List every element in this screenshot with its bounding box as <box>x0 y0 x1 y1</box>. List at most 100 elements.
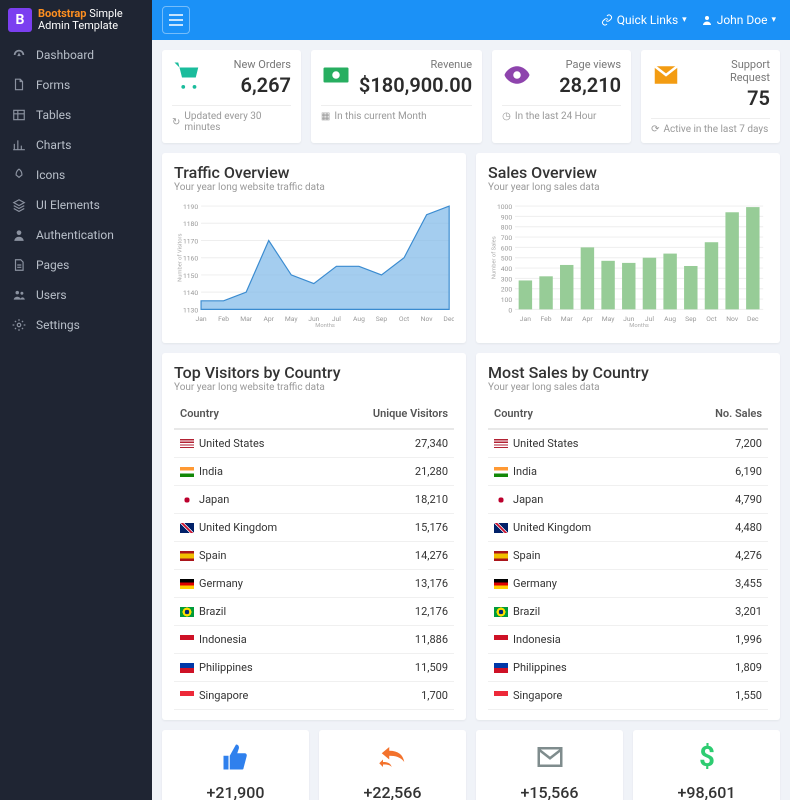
flag-id-icon <box>180 635 194 645</box>
link-icon <box>601 14 613 26</box>
row-value: 1,550 <box>670 682 768 710</box>
reply-icon <box>327 742 458 779</box>
svg-text:Jun: Jun <box>308 315 319 323</box>
sidebar-item-forms[interactable]: Forms <box>0 70 152 100</box>
row-value: 11,509 <box>330 654 454 682</box>
table-row: India 6,190 <box>488 458 768 486</box>
money-icon <box>321 60 351 97</box>
main-content: New Orders 6,267 ↻Updated every 30 minut… <box>152 40 790 800</box>
sidebar-item-tables[interactable]: Tables <box>0 100 152 130</box>
sidebar-item-label: Dashboard <box>36 48 94 62</box>
svg-text:1190: 1190 <box>183 203 198 211</box>
flag-jp-icon <box>494 495 508 505</box>
card-title: Sales Overview <box>488 163 768 182</box>
country-name: United Kingdom <box>199 521 277 534</box>
sidebar-item-authentication[interactable]: Authentication <box>0 220 152 250</box>
svg-text:Oct: Oct <box>399 315 409 323</box>
svg-text:Feb: Feb <box>541 315 552 323</box>
svg-text:Dec: Dec <box>443 315 454 323</box>
quick-links-menu[interactable]: Quick Links▾ <box>601 13 687 27</box>
sidebar-item-users[interactable]: Users <box>0 280 152 310</box>
stat-card-new-orders: New Orders 6,267 ↻Updated every 30 minut… <box>162 50 301 143</box>
row-value: 3,455 <box>670 570 768 598</box>
stat-footer: ⟳Active in the last 7 days <box>651 118 770 135</box>
traffic-overview-card: Traffic Overview Your year long website … <box>162 153 466 343</box>
card-title: Top Visitors by Country <box>174 363 454 382</box>
social-value: +22,566 <box>327 783 458 800</box>
table-row: Philippines 11,509 <box>174 654 454 682</box>
row-value: 11,886 <box>330 626 454 654</box>
sidebar-item-dashboard[interactable]: Dashboard <box>0 40 152 70</box>
flag-sg-icon <box>494 691 508 701</box>
col-sales: No. Sales <box>670 399 768 429</box>
stat-value: 28,210 <box>540 73 621 97</box>
topbar: B Bootstrap SimpleAdmin Template Quick L… <box>0 0 790 40</box>
chevron-down-icon: ▾ <box>771 15 776 25</box>
row-value: 7,200 <box>670 429 768 458</box>
country-name: Spain <box>513 549 540 562</box>
stat-label: New Orders <box>210 58 291 71</box>
brand-logo[interactable]: B Bootstrap SimpleAdmin Template <box>0 0 152 40</box>
sidebar-item-charts[interactable]: Charts <box>0 130 152 160</box>
social-card-e-mail-subscribers: +15,566 E-MAIL SUBSCRIBERS <box>476 730 623 800</box>
card-subtitle: Your year long sales data <box>488 382 768 393</box>
sidebar-item-pages[interactable]: Pages <box>0 250 152 280</box>
svg-text:Nov: Nov <box>421 315 434 323</box>
card-title: Traffic Overview <box>174 163 454 182</box>
flag-es-icon <box>180 551 194 561</box>
card-subtitle: Your year long sales data <box>488 182 768 193</box>
svg-text:600: 600 <box>501 244 513 252</box>
flag-es-icon <box>494 551 508 561</box>
stat-label: Support Request <box>689 58 770 84</box>
row-value: 4,276 <box>670 542 768 570</box>
table-row: Spain 4,276 <box>488 542 768 570</box>
eye-icon <box>502 60 532 97</box>
menu-toggle-button[interactable] <box>162 6 190 34</box>
sales-bar-chart: 01002003004005006007008009001000JanFebMa… <box>488 199 768 329</box>
sidebar-item-ui-elements[interactable]: UI Elements <box>0 190 152 220</box>
page-icon <box>12 258 26 272</box>
sidebar-item-label: Tables <box>36 108 71 122</box>
country-name: Japan <box>199 493 229 506</box>
svg-text:800: 800 <box>501 224 513 232</box>
stat-footer: ◷In the last 24 Hour <box>502 105 621 122</box>
svg-text:300: 300 <box>501 275 513 283</box>
flag-id-icon <box>494 635 508 645</box>
svg-text:700: 700 <box>501 234 513 242</box>
row-value: 4,480 <box>670 514 768 542</box>
country-name: Singapore <box>513 689 562 702</box>
sidebar-item-label: Pages <box>36 258 69 272</box>
col-country: Country <box>174 399 330 429</box>
sidebar-item-settings[interactable]: Settings <box>0 310 152 340</box>
sidebar-item-icons[interactable]: Icons <box>0 160 152 190</box>
stat-value: 6,267 <box>210 73 291 97</box>
country-name: Brazil <box>199 605 226 618</box>
mail-icon <box>484 742 615 779</box>
flag-us-icon <box>180 439 194 449</box>
country-name: Indonesia <box>513 633 561 646</box>
clock-icon: ◷ <box>502 111 511 122</box>
layers-icon <box>12 198 26 212</box>
country-name: Brazil <box>513 605 540 618</box>
table-row: Japan 18,210 <box>174 486 454 514</box>
flag-ph-icon <box>494 663 508 673</box>
country-name: Philippines <box>513 661 567 674</box>
user-menu[interactable]: John Doe▾ <box>701 13 776 27</box>
card-subtitle: Your year long website traffic data <box>174 382 454 393</box>
svg-text:Months: Months <box>315 323 335 329</box>
country-name: United Kingdom <box>513 521 591 534</box>
table-row: United States 7,200 <box>488 429 768 458</box>
col-country: Country <box>488 399 670 429</box>
svg-text:$: $ <box>699 742 715 772</box>
country-name: Germany <box>513 577 557 590</box>
social-card-facebook-page-likes: +21,900 FACEBOOK PAGE LIKES <box>162 730 309 800</box>
svg-text:Number of Sales: Number of Sales <box>491 236 498 279</box>
svg-text:Feb: Feb <box>218 315 229 323</box>
stat-footer: ↻Updated every 30 minutes <box>172 105 291 133</box>
traffic-area-chart: 1130114011501160117011801190JanFebMarApr… <box>174 199 454 329</box>
flag-sg-icon <box>180 691 194 701</box>
svg-text:1000: 1000 <box>497 203 512 211</box>
table-row: Philippines 1,809 <box>488 654 768 682</box>
flag-ph-icon <box>180 663 194 673</box>
stat-value: 75 <box>689 86 770 110</box>
